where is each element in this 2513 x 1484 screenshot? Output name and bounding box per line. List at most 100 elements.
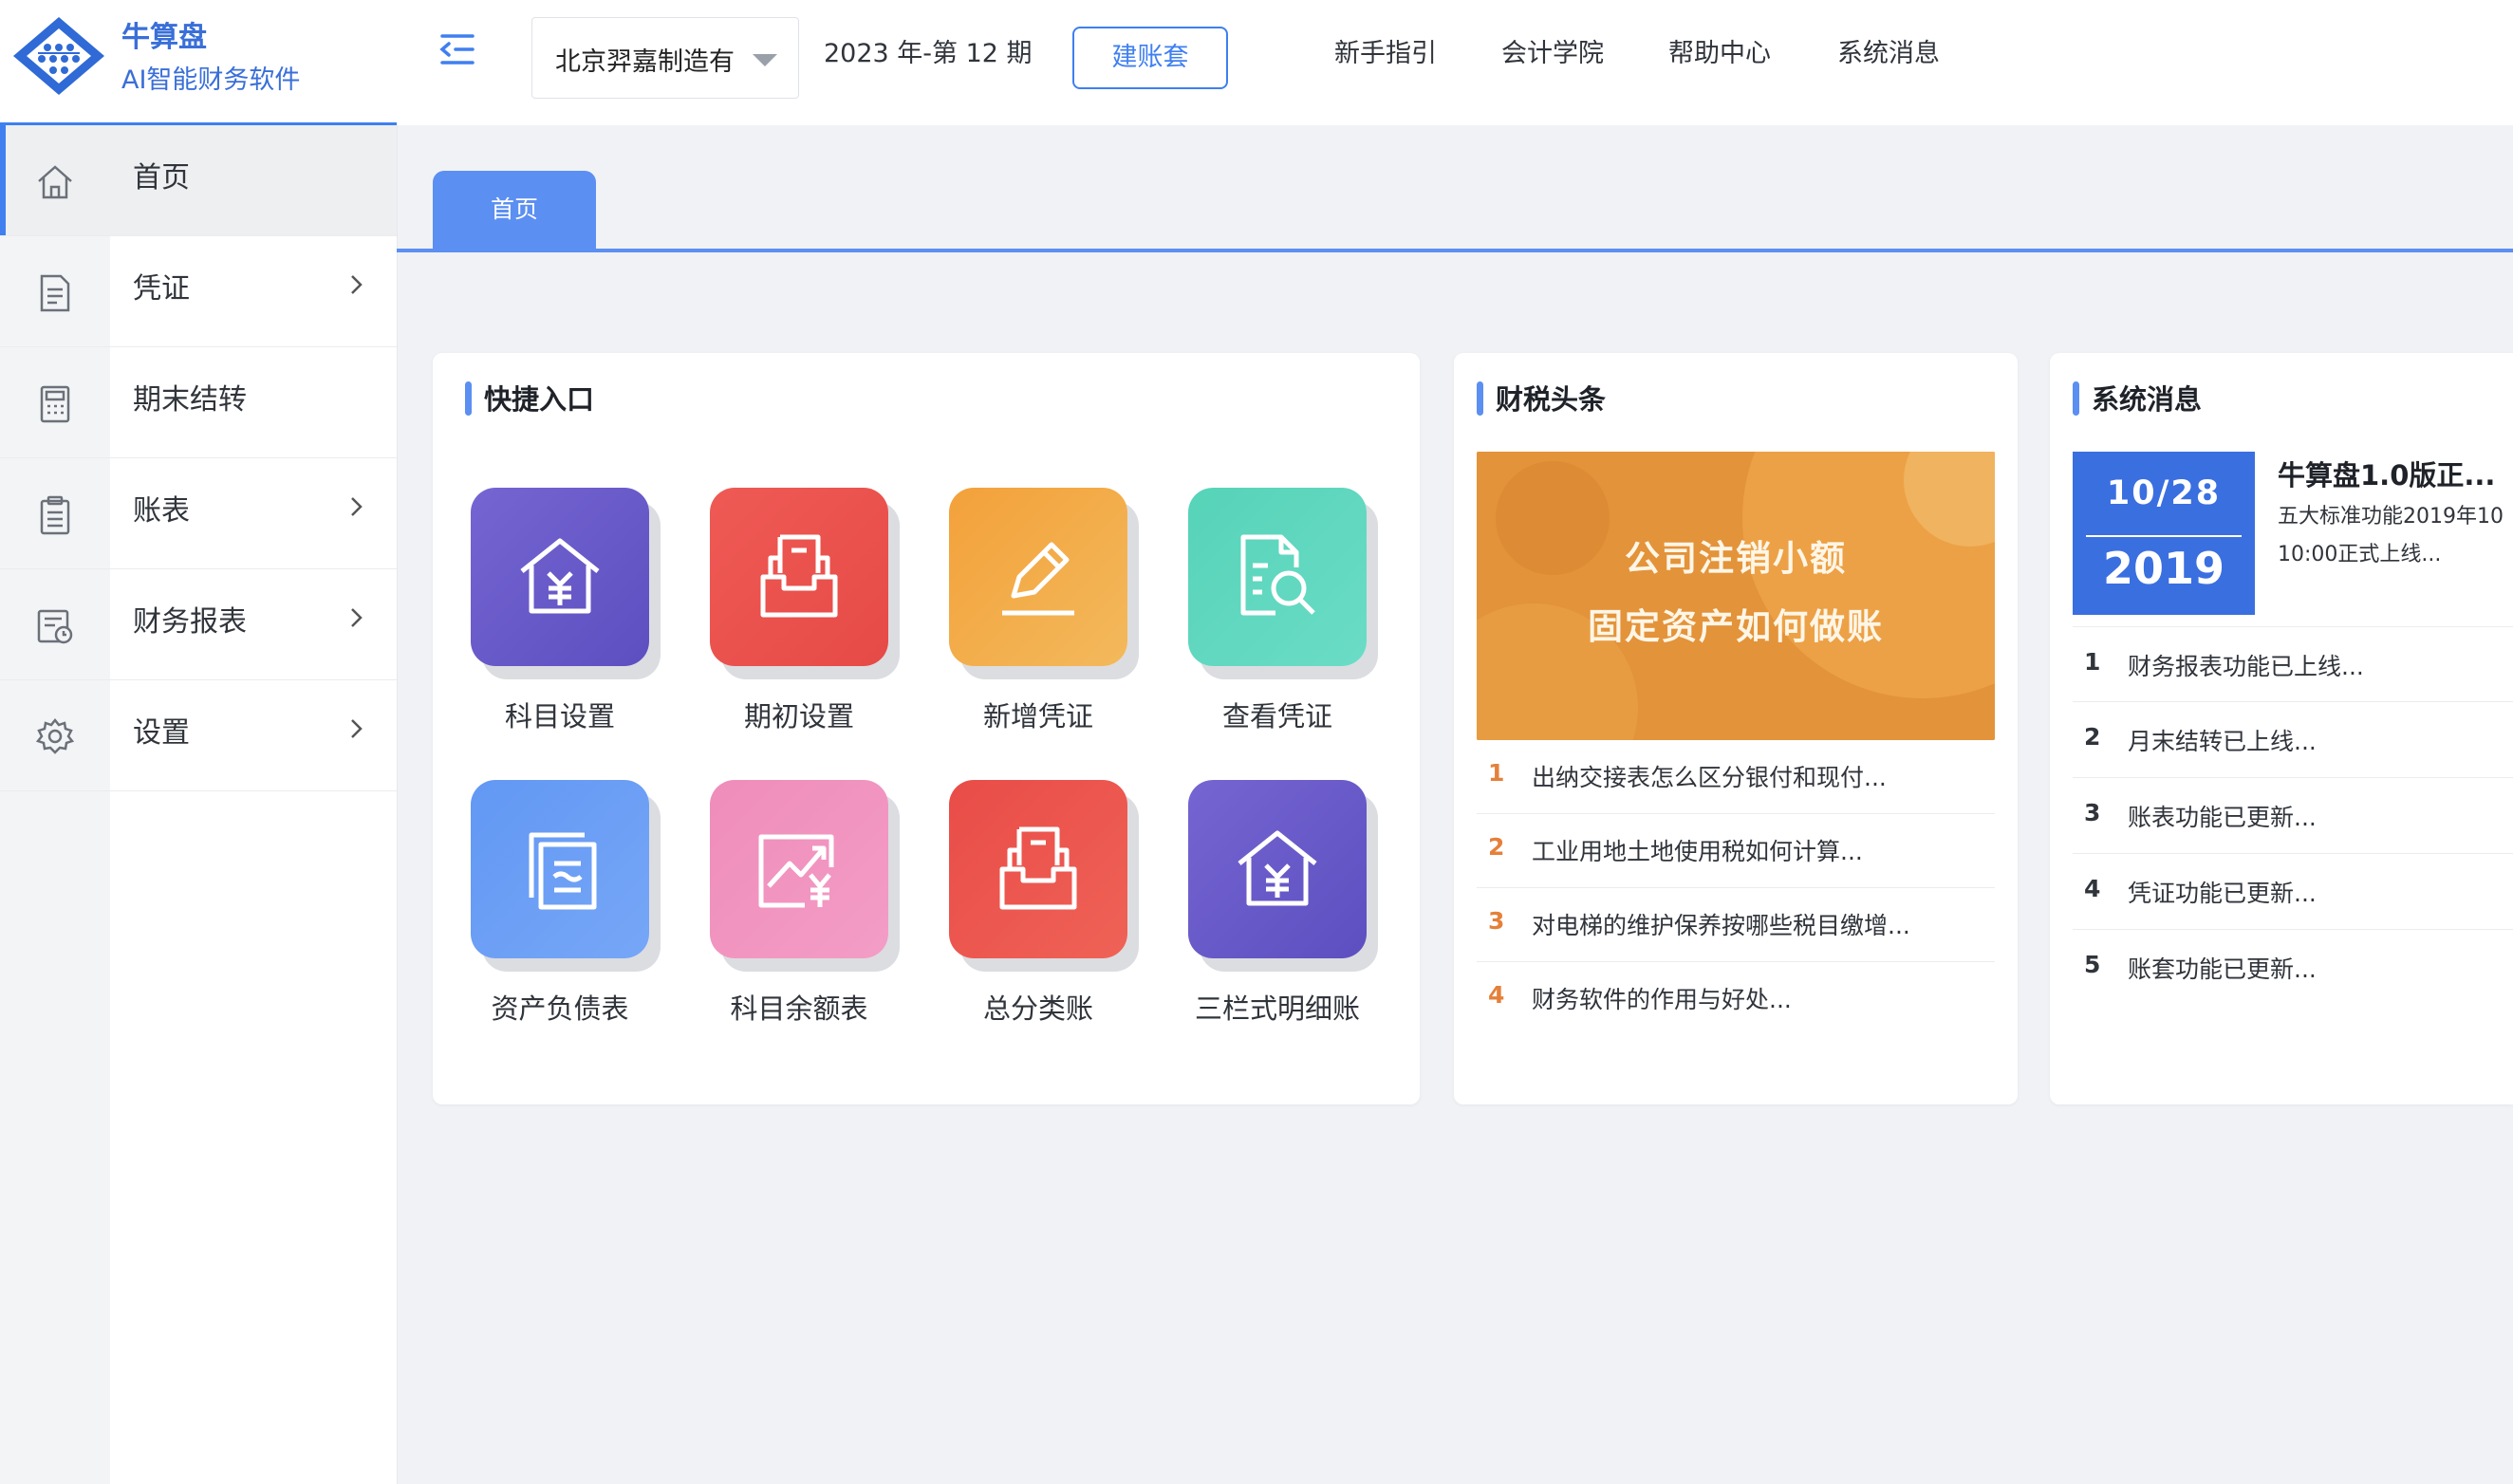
quick-item-subject-balance[interactable]: 科目余额表 [672, 780, 890, 1046]
chevron-right-icon [351, 719, 363, 738]
quick-item-label: 三栏式明细账 [1194, 992, 1360, 1025]
news-item[interactable]: 2 工业用地土地使用税如何计算... [1477, 814, 1995, 888]
news-item[interactable]: 3 对电梯的维护保养按哪些税目缴增... [1477, 888, 1995, 962]
quick-item-label: 科目设置 [504, 700, 615, 733]
link-accounting-academy[interactable]: 会计学院 [1501, 32, 1604, 69]
quick-item-three-column-ledger[interactable]: 三栏式明细账 [1150, 780, 1368, 1046]
news-number: 4 [1488, 981, 1505, 1009]
message-item[interactable]: 4 凭证功能已更新... [2073, 854, 2513, 930]
link-beginner-guide[interactable]: 新手指引 [1334, 32, 1437, 69]
news-item[interactable]: 4 财务软件的作用与好处... [1477, 962, 1995, 1036]
sidebar-item-label: 设置 [133, 716, 190, 750]
top-header: 北京羿嘉制造有 2023 年-第 12 期 建账套 新手指引 会计学院 帮助中心… [397, 0, 1981, 125]
link-help-center[interactable]: 帮助中心 [1668, 32, 1771, 69]
report-icon [37, 609, 73, 644]
date-divider [2086, 535, 2242, 537]
date-month-day: 10/28 [2106, 474, 2222, 512]
sidebar-item-voucher[interactable]: 凭证 [0, 236, 397, 347]
quick-item-account-settings[interactable]: 科目设置 [433, 488, 651, 753]
quick-item-label: 总分类账 [982, 992, 1093, 1025]
calculator-icon [40, 385, 70, 423]
sidebar-item-settings[interactable]: 设置 [0, 680, 397, 791]
house-yen-icon [520, 538, 600, 614]
message-item[interactable]: 3 账表功能已更新... [2073, 778, 2513, 854]
document-search-icon [1240, 534, 1315, 616]
message-item[interactable]: 1 财务报表功能已上线... [2073, 626, 2513, 702]
message-text: 月末结转已上线... [2128, 728, 2317, 755]
stacked-documents-icon [529, 832, 597, 910]
quick-tile [1188, 780, 1367, 958]
quick-item-new-voucher[interactable]: 新增凭证 [911, 488, 1129, 753]
quick-tile [471, 780, 649, 958]
message-item[interactable]: 5 账套功能已更新... [2073, 930, 2513, 1006]
quick-tile [949, 780, 1127, 958]
featured-message-line-1: 五大标准功能2019年10 [2278, 505, 2504, 529]
tax-news-card: 财税头条 公司注销小额 固定资产如何做账 1 出纳交接表怎么区分银付和现付...… [1454, 353, 2018, 1104]
message-text: 账表功能已更新... [2128, 804, 2317, 831]
system-messages-card: 系统消息 10/28 2019 牛算盘1.0版正... 五大标准功能2019年1… [2050, 353, 2513, 1104]
gear-icon [35, 717, 75, 754]
banner-background [1477, 452, 1995, 740]
news-text: 对电梯的维护保养按哪些税目缴增... [1532, 912, 1910, 939]
tax-news-title: 财税头条 [1477, 378, 1606, 417]
quick-item-label: 科目余额表 [730, 992, 868, 1025]
quick-item-general-ledger[interactable]: 总分类账 [911, 780, 1129, 1046]
quick-tile [949, 488, 1127, 666]
message-number: 4 [2084, 875, 2101, 902]
sidebar-item-label: 首页 [133, 161, 190, 195]
quick-item-label: 资产负债表 [491, 992, 629, 1025]
quick-item-opening-settings[interactable]: 期初设置 [672, 488, 890, 753]
clipboard-icon [40, 495, 70, 535]
featured-message-line-2: 10:00正式上线... [2278, 543, 2442, 566]
quick-tile [710, 780, 888, 958]
sidebar-item-financial-reports[interactable]: 财务报表 [0, 569, 397, 680]
chevron-right-icon [351, 497, 363, 516]
banner-line-2: 固定资产如何做账 [1588, 606, 1884, 647]
sidebar-item-ledgers[interactable]: 账表 [0, 458, 397, 569]
brand[interactable]: 牛算盘 AI智能财务软件 [0, 0, 397, 125]
sidebar-item-label: 账表 [133, 494, 190, 528]
company-name: 北京羿嘉制造有 [555, 47, 735, 77]
news-item[interactable]: 1 出纳交接表怎么区分银付和现付... [1477, 740, 1995, 814]
date-year: 2019 [2102, 543, 2225, 594]
pencil-edit-icon [1002, 542, 1074, 616]
quick-entry-title: 快捷入口 [465, 378, 594, 417]
message-item[interactable]: 2 月末结转已上线... [2073, 702, 2513, 778]
header-right-area [1980, 0, 2513, 125]
message-number: 5 [2084, 951, 2101, 978]
home-icon [38, 165, 72, 199]
quick-tile [1188, 488, 1367, 666]
menu-collapse-icon[interactable] [438, 32, 476, 66]
featured-message-date: 10/28 2019 [2073, 452, 2255, 615]
news-text: 财务软件的作用与好处... [1532, 986, 1792, 1013]
news-text: 出纳交接表怎么区分银付和现付... [1532, 764, 1887, 791]
message-text: 账套功能已更新... [2128, 955, 2317, 983]
quick-item-view-voucher[interactable]: 查看凭证 [1150, 488, 1368, 753]
abacus-diamond-logo [13, 17, 104, 95]
tab-bar: 首页 [397, 125, 2513, 252]
quick-item-balance-sheet[interactable]: 资产负债表 [433, 780, 651, 1046]
news-number: 1 [1488, 759, 1505, 787]
banner-line-1: 公司注销小额 [1625, 538, 1847, 579]
link-system-messages[interactable]: 系统消息 [1837, 32, 1940, 69]
company-select[interactable]: 北京羿嘉制造有 [531, 17, 799, 99]
house-yen-icon [1238, 830, 1317, 906]
brand-slogan: AI智能财务软件 [121, 65, 301, 95]
sidebar-item-period-end[interactable]: 期末结转 [0, 347, 397, 458]
sidebar: 牛算盘 AI智能财务软件 首页 凭证 期末结转 账表 财务报表 设置 [0, 0, 398, 1484]
featured-message-headline[interactable]: 牛算盘1.0版正... [2278, 454, 2495, 493]
chevron-right-icon [351, 608, 363, 627]
news-banner[interactable]: 公司注销小额 固定资产如何做账 [1477, 452, 1995, 740]
quick-item-label: 新增凭证 [982, 700, 1093, 733]
message-text: 凭证功能已更新... [2128, 880, 2317, 907]
quick-item-label: 查看凭证 [1221, 700, 1332, 733]
quick-tile [710, 488, 888, 666]
sidebar-nav: 首页 凭证 期末结转 账表 财务报表 设置 [0, 125, 397, 791]
sidebar-item-home[interactable]: 首页 [0, 125, 397, 236]
tab-home[interactable]: 首页 [433, 171, 596, 249]
sidebar-item-label: 期末结转 [133, 383, 247, 417]
accounting-period: 2023 年-第 12 期 [824, 39, 1033, 68]
chart-yen-icon [758, 834, 834, 908]
brand-name: 牛算盘 [121, 21, 207, 54]
create-account-set-button[interactable]: 建账套 [1072, 27, 1228, 89]
